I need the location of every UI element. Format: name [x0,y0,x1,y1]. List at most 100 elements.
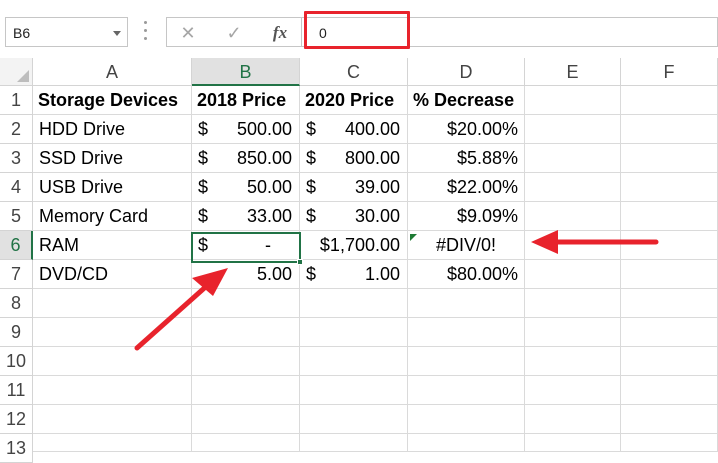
cell-f8[interactable] [621,289,718,318]
cell-a2[interactable]: HDD Drive [33,115,192,144]
cell-b4[interactable]: $50.00 [192,173,300,202]
cell-e6[interactable] [525,231,621,260]
row-header-5[interactable]: 5 [0,202,33,231]
column-header-e[interactable]: E [525,58,621,86]
cell-e2[interactable] [525,115,621,144]
select-all-corner[interactable] [0,58,33,86]
cell-a9[interactable] [33,318,192,347]
cancel-icon[interactable]: ✕ [173,21,203,45]
cell-f5[interactable] [621,202,718,231]
cell-c9[interactable] [300,318,408,347]
cell-d6[interactable]: #DIV/0! [408,231,525,260]
cell-c13[interactable] [300,434,408,452]
row-header-11[interactable]: 11 [0,376,33,405]
cell-d4[interactable]: $22.00% [408,173,525,202]
name-box[interactable]: B6 [5,17,128,47]
cell-b10[interactable] [192,347,300,376]
insert-function-icon[interactable]: fx [265,21,295,45]
cell-a1[interactable]: Storage Devices [33,86,192,115]
cell-f13[interactable] [621,434,718,452]
cell-f6[interactable] [621,231,718,260]
cell-c2[interactable]: $400.00 [300,115,408,144]
cell-b3[interactable]: $850.00 [192,144,300,173]
cell-c5[interactable]: $30.00 [300,202,408,231]
cell-a4[interactable]: USB Drive [33,173,192,202]
cell-a5[interactable]: Memory Card [33,202,192,231]
cell-c10[interactable] [300,347,408,376]
row-header-8[interactable]: 8 [0,289,33,318]
cell-d12[interactable] [408,405,525,434]
cell-e13[interactable] [525,434,621,452]
cell-d13[interactable] [408,434,525,452]
fill-handle[interactable] [297,259,303,265]
cell-b12[interactable] [192,405,300,434]
cell-c3[interactable]: $800.00 [300,144,408,173]
cell-e1[interactable] [525,86,621,115]
cell-a3[interactable]: SSD Drive [33,144,192,173]
row-header-7[interactable]: 7 [0,260,33,289]
cell-d10[interactable] [408,347,525,376]
row-header-4[interactable]: 4 [0,173,33,202]
row-header-12[interactable]: 12 [0,405,33,434]
cell-e7[interactable] [525,260,621,289]
cell-c12[interactable] [300,405,408,434]
cell-a11[interactable] [33,376,192,405]
cell-b13[interactable] [192,434,300,452]
cell-f12[interactable] [621,405,718,434]
cell-a13[interactable] [33,434,192,452]
row-header-13[interactable]: 13 [0,434,33,463]
cell-d7[interactable]: $80.00% [408,260,525,289]
cell-b8[interactable] [192,289,300,318]
cell-f10[interactable] [621,347,718,376]
cell-f11[interactable] [621,376,718,405]
cell-d5[interactable]: $9.09% [408,202,525,231]
cell-b6[interactable]: $ - [192,231,300,260]
column-header-b[interactable]: B [192,58,300,86]
cell-e3[interactable] [525,144,621,173]
cell-f9[interactable] [621,318,718,347]
cell-c6[interactable]: $1,700.00 [300,231,408,260]
cell-e8[interactable] [525,289,621,318]
cell-a10[interactable] [33,347,192,376]
cell-f2[interactable] [621,115,718,144]
cell-b11[interactable] [192,376,300,405]
cell-d9[interactable] [408,318,525,347]
error-indicator-icon[interactable] [410,234,417,241]
cell-c11[interactable] [300,376,408,405]
cell-c8[interactable] [300,289,408,318]
row-header-6[interactable]: 6 [0,231,33,260]
chevron-down-icon[interactable] [113,31,121,36]
cell-e11[interactable] [525,376,621,405]
cell-d1[interactable]: % Decrease [408,86,525,115]
cell-f1[interactable] [621,86,718,115]
drag-handle-icon[interactable] [144,21,148,43]
cell-e10[interactable] [525,347,621,376]
cell-f4[interactable] [621,173,718,202]
cell-d2[interactable]: $20.00% [408,115,525,144]
column-header-d[interactable]: D [408,58,525,86]
column-header-f[interactable]: F [621,58,718,86]
row-header-10[interactable]: 10 [0,347,33,376]
cell-b2[interactable]: $500.00 [192,115,300,144]
cell-a7[interactable]: DVD/CD [33,260,192,289]
row-header-9[interactable]: 9 [0,318,33,347]
enter-icon[interactable]: ✓ [219,21,249,45]
cell-d8[interactable] [408,289,525,318]
cell-e4[interactable] [525,173,621,202]
row-header-2[interactable]: 2 [0,115,33,144]
row-header-1[interactable]: 1 [0,86,33,115]
cell-a12[interactable] [33,405,192,434]
cell-d3[interactable]: $5.88% [408,144,525,173]
cell-e12[interactable] [525,405,621,434]
cell-f7[interactable] [621,260,718,289]
column-header-a[interactable]: A [33,58,192,86]
cell-b5[interactable]: $33.00 [192,202,300,231]
column-header-c[interactable]: C [300,58,408,86]
cell-b7[interactable]: 5.00 [192,260,300,289]
cell-c1[interactable]: 2020 Price [300,86,408,115]
cell-e5[interactable] [525,202,621,231]
cell-c4[interactable]: $39.00 [300,173,408,202]
cell-d11[interactable] [408,376,525,405]
cell-a6[interactable]: RAM [33,231,192,260]
cell-a8[interactable] [33,289,192,318]
